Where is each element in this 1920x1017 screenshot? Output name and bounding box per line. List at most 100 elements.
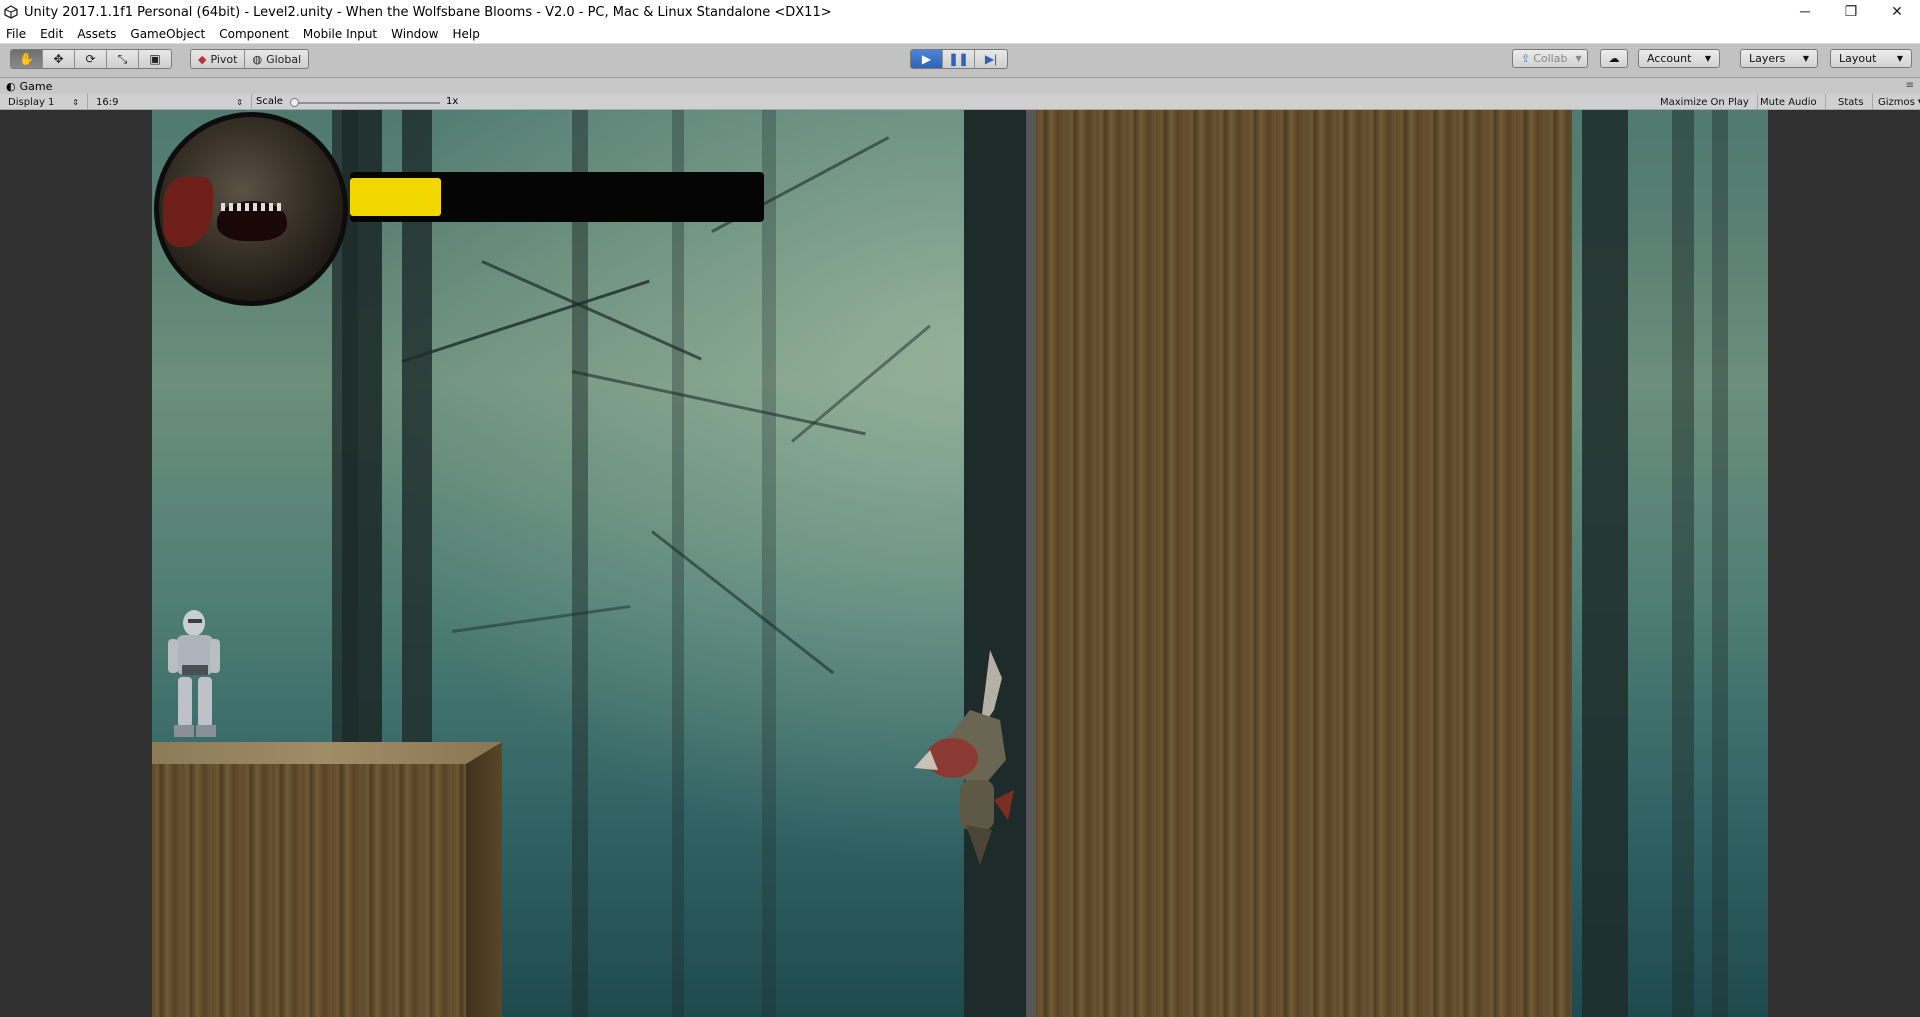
window-title: Unity 2017.1.1f1 Personal (64bit) - Leve… — [24, 4, 832, 20]
globe-icon: ◍ — [252, 52, 263, 66]
boss-health-bar — [350, 172, 764, 222]
cloud-services-button[interactable]: ☁ — [1600, 49, 1628, 68]
pivot-toggle[interactable]: ◆ Pivot — [191, 50, 246, 68]
scale-label: Scale — [256, 96, 283, 107]
player-knight-sprite — [168, 610, 220, 737]
pivot-icon: ◆ — [198, 52, 207, 66]
portrait-cloth — [163, 177, 213, 247]
menu-help[interactable]: Help — [452, 27, 479, 41]
chevron-updown-icon: ⇕ — [72, 97, 79, 107]
pivot-toggles: ◆ Pivot ◍ Global — [190, 49, 310, 69]
rect-transform-icon: ▣ — [149, 52, 161, 66]
main-toolbar: ✋ ✥ ⟳ ⤡ ▣ ◆ Pivot ◍ Global ▶ ❚❚ ▶| ⇪ Col… — [0, 44, 1920, 78]
tree-trunk — [672, 110, 684, 1017]
rotate-tool-button[interactable]: ⟳ — [75, 50, 107, 68]
move-tool-button[interactable]: ✥ — [43, 50, 75, 68]
game-tab-strip: ◐ Game ≡ — [0, 78, 1920, 94]
menu-mobile-input[interactable]: Mobile Input — [303, 27, 377, 41]
scale-slider-thumb[interactable] — [290, 98, 299, 107]
global-label: Global — [266, 52, 302, 66]
tree-trunk — [1582, 110, 1628, 1017]
aspect-dropdown[interactable]: 16:9 ⇕ — [88, 94, 252, 110]
close-button[interactable]: ✕ — [1874, 0, 1920, 22]
panel-menu-icon[interactable]: ≡ — [1906, 80, 1914, 91]
layers-label: Layers — [1749, 52, 1786, 65]
cloud-upload-icon: ⇪ — [1521, 52, 1531, 65]
play-icon: ▶ — [921, 52, 932, 66]
transform-tools: ✋ ✥ ⟳ ⤡ ▣ — [10, 49, 172, 69]
game-view-toolbar: Display 1 ⇕ 16:9 ⇕ Scale 1x Maximize On … — [0, 94, 1920, 110]
play-button[interactable]: ▶ — [911, 50, 943, 68]
maximize-button[interactable]: ❐ — [1828, 0, 1874, 22]
tree-trunk — [762, 110, 776, 1017]
platform-top-surface — [152, 742, 502, 764]
game-view-icon: ◐ — [6, 79, 16, 93]
menu-gameobject[interactable]: GameObject — [130, 27, 205, 41]
chevron-down-icon: ▼ — [1896, 54, 1903, 63]
title-bar: Unity 2017.1.1f1 Personal (64bit) - Leve… — [0, 0, 1920, 24]
pivot-label: Pivot — [210, 52, 238, 66]
layout-dropdown[interactable]: Layout ▼ — [1830, 49, 1912, 68]
playback-controls: ▶ ❚❚ ▶| — [910, 49, 1008, 69]
pause-icon: ❚❚ — [948, 52, 969, 66]
menu-edit[interactable]: Edit — [40, 27, 63, 41]
enemy-creature-sprite — [914, 650, 1014, 865]
collab-dropdown[interactable]: ⇪ Collab ▼ — [1512, 49, 1588, 68]
chevron-updown-icon: ⇕ — [236, 97, 243, 107]
rect-tool-button[interactable]: ▣ — [139, 50, 171, 68]
maximize-on-play-label: Maximize On Play — [1660, 96, 1749, 108]
maximize-on-play-toggle[interactable]: Maximize On Play — [1652, 94, 1758, 110]
tree-trunk — [1712, 110, 1728, 1017]
platform-side — [466, 742, 502, 1017]
layout-label: Layout — [1839, 52, 1877, 65]
menu-component[interactable]: Component — [219, 27, 289, 41]
step-button[interactable]: ▶| — [975, 50, 1007, 68]
chevron-down-icon: ▼ — [1704, 54, 1711, 63]
mute-audio-label: Mute Audio — [1760, 96, 1817, 108]
health-bar-fill — [350, 178, 441, 216]
tab-game[interactable]: Game — [20, 80, 53, 93]
display-dropdown[interactable]: Display 1 ⇕ — [0, 94, 88, 110]
unity-logo-icon — [4, 5, 18, 19]
cloud-icon: ☁ — [1608, 52, 1620, 65]
gizmos-label: Gizmos — [1878, 96, 1915, 108]
pause-button[interactable]: ❚❚ — [943, 50, 975, 68]
collab-label: Collab — [1533, 52, 1568, 65]
layers-dropdown[interactable]: Layers ▼ — [1740, 49, 1818, 68]
tree-trunk — [1672, 110, 1694, 1017]
account-dropdown[interactable]: Account ▼ — [1638, 49, 1720, 68]
tree-trunk — [572, 110, 588, 1017]
chevron-down-icon: ▼ — [1802, 54, 1809, 63]
boss-portrait — [154, 112, 348, 306]
scale-icon: ⤡ — [117, 51, 128, 66]
rotate-icon: ⟳ — [85, 52, 96, 66]
aspect-label: 16:9 — [96, 96, 119, 108]
portrait-teeth — [221, 203, 283, 211]
display-label: Display 1 — [8, 96, 55, 108]
menu-window[interactable]: Window — [391, 27, 438, 41]
mute-audio-toggle[interactable]: Mute Audio — [1752, 94, 1826, 110]
move-arrows-icon: ✥ — [53, 52, 64, 66]
stats-label: Stats — [1838, 96, 1864, 108]
menu-assets[interactable]: Assets — [77, 27, 116, 41]
scale-slider-track[interactable] — [294, 102, 440, 104]
stats-toggle[interactable]: Stats — [1830, 94, 1873, 110]
chevron-down-icon: ▼ — [1575, 54, 1582, 63]
hand-icon: ✋ — [19, 52, 34, 66]
wooden-platform — [152, 764, 502, 1017]
menu-bar: File Edit Assets GameObject Component Mo… — [0, 24, 1920, 44]
minimize-button[interactable]: ─ — [1782, 0, 1828, 22]
tree-trunk — [964, 110, 1026, 1017]
scale-value: 1x — [446, 96, 459, 107]
game-view-area — [0, 110, 1920, 1017]
step-icon: ▶| — [984, 52, 998, 66]
account-label: Account — [1647, 52, 1692, 65]
scale-tool-button[interactable]: ⤡ — [107, 50, 139, 68]
gizmos-dropdown[interactable]: Gizmos ▼ — [1870, 94, 1920, 110]
global-toggle[interactable]: ◍ Global — [245, 50, 308, 68]
wooden-wall — [1036, 110, 1572, 1017]
wall-edge — [1026, 110, 1036, 1017]
hand-tool-button[interactable]: ✋ — [11, 50, 43, 68]
game-viewport[interactable] — [152, 110, 1768, 1017]
menu-file[interactable]: File — [6, 27, 26, 41]
